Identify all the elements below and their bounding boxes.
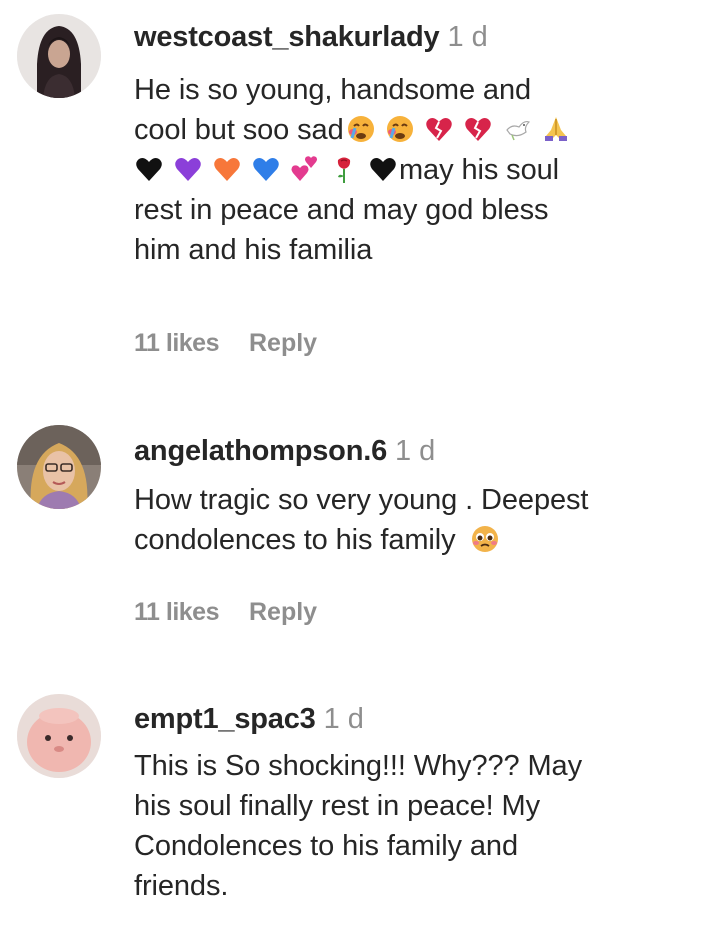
profile-photo-icon: [17, 425, 101, 509]
comment-line: his soul finally rest in peace! My: [134, 790, 540, 822]
comment-line: He is so young, handsome and: [134, 74, 532, 106]
comment-header: empt1_spac3 1 d: [134, 702, 714, 736]
sad-face-emoji: [385, 114, 415, 144]
reply-button[interactable]: Reply: [249, 598, 317, 626]
username[interactable]: angelathompson.6: [134, 435, 387, 467]
username[interactable]: westcoast_shakurlady: [134, 21, 440, 53]
comment-line: Condolences to his family and: [134, 830, 518, 862]
broken-heart-emoji: [463, 114, 493, 144]
comment-line: friends.: [134, 870, 229, 902]
comment-line-text: condolences to his family: [134, 524, 456, 556]
profile-photo-icon: [17, 14, 101, 98]
comment-line-with-emojis: may his soul: [134, 151, 714, 189]
likes-count[interactable]: 11 likes: [134, 598, 219, 626]
likes-count[interactable]: 11 likes: [134, 329, 219, 357]
profile-photo-icon: [17, 694, 101, 778]
comment-line: rest in peace and may god bless: [134, 194, 549, 226]
orange-heart-emoji: [212, 154, 242, 184]
timestamp: 1 d: [323, 703, 364, 735]
two-hearts-emoji: [290, 154, 320, 184]
avatar[interactable]: [17, 14, 101, 98]
comment-actions: 11 likes Reply: [134, 328, 317, 358]
comment-line: This is So shocking!!! Why??? May: [134, 750, 582, 782]
comment-header: angelathompson.6 1 d: [134, 434, 714, 468]
comment-line-text: may his soul: [399, 154, 559, 186]
comment-text: He is so young, handsome and cool but so…: [134, 71, 714, 269]
broken-heart-emoji: [424, 114, 454, 144]
praying-hands-emoji: [541, 114, 571, 144]
avatar[interactable]: [17, 425, 101, 509]
comment-text: How tragic so very young . Deepest condo…: [134, 481, 714, 559]
timestamp: 1 d: [447, 21, 488, 53]
comment-actions: 11 likes Reply: [134, 597, 317, 627]
comment-line: him and his familia: [134, 234, 373, 266]
comment-line-with-emojis: cool but soo sad: [134, 111, 714, 149]
pleading-face-emoji: [470, 524, 500, 554]
comment-text: This is So shocking!!! Why??? May his so…: [134, 747, 714, 905]
comment-header: westcoast_shakurlady 1 d: [134, 20, 714, 54]
comment-line-with-emojis: condolences to his family: [134, 521, 714, 559]
black-heart-emoji: [134, 154, 164, 184]
sad-face-emoji: [346, 114, 376, 144]
comment-line: How tragic so very young . Deepest: [134, 484, 589, 516]
avatar[interactable]: [17, 694, 101, 778]
comment-line-text: cool but soo sad: [134, 114, 344, 146]
dove-emoji: [502, 114, 532, 144]
purple-heart-emoji: [173, 154, 203, 184]
username[interactable]: empt1_spac3: [134, 703, 316, 735]
timestamp: 1 d: [395, 435, 436, 467]
blue-heart-emoji: [251, 154, 281, 184]
rose-emoji: [329, 154, 359, 184]
black-heart-emoji: [368, 154, 398, 184]
reply-button[interactable]: Reply: [249, 329, 317, 357]
